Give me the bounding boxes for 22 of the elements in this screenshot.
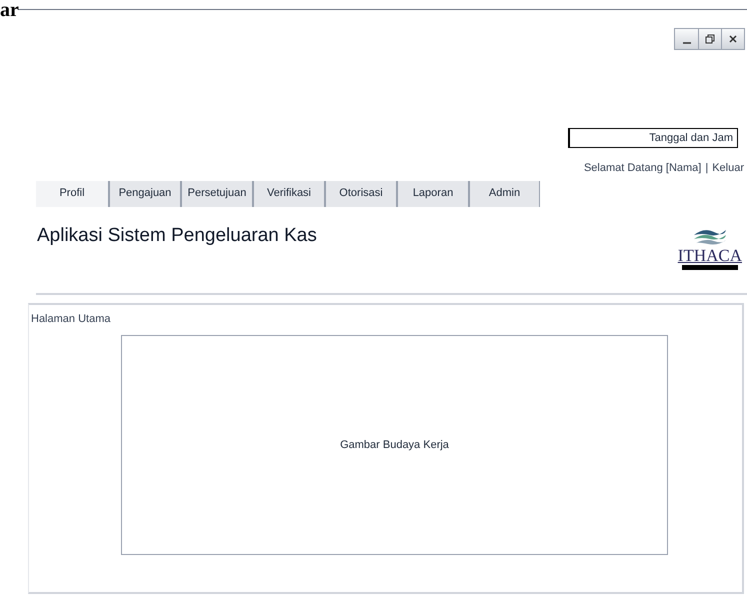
tab[interactable]: Profil <box>36 180 108 206</box>
logo-bar-icon <box>682 264 738 270</box>
welcome-text: Selamat Datang [Nama] <box>584 161 702 176</box>
tab[interactable]: Pengajuan <box>108 180 180 206</box>
tab[interactable]: Verifikasi <box>252 180 324 206</box>
tab[interactable]: Admin <box>468 180 540 206</box>
close-button[interactable] <box>721 29 744 49</box>
separator-text: | <box>705 161 708 176</box>
close-icon <box>728 34 738 44</box>
image-placeholder-text: Gambar Budaya Kerja <box>121 335 668 555</box>
restore-button[interactable] <box>698 29 721 49</box>
logo-text: ITHACA <box>678 246 742 264</box>
heading-text: ar <box>0 0 19 20</box>
minimize-icon <box>682 42 690 44</box>
app-title: Aplikasi Sistem Pengeluaran Kas <box>37 224 317 248</box>
tab[interactable]: Otorisasi <box>324 180 396 206</box>
page-title: Halaman Utama <box>31 312 112 326</box>
tab[interactable]: Laporan <box>396 180 468 206</box>
logout-link[interactable]: Keluar <box>712 160 744 176</box>
restore-icon <box>705 34 715 44</box>
tab[interactable]: Persetujuan <box>180 180 252 206</box>
datetime-field[interactable]: Tanggal dan Jam <box>568 128 738 148</box>
